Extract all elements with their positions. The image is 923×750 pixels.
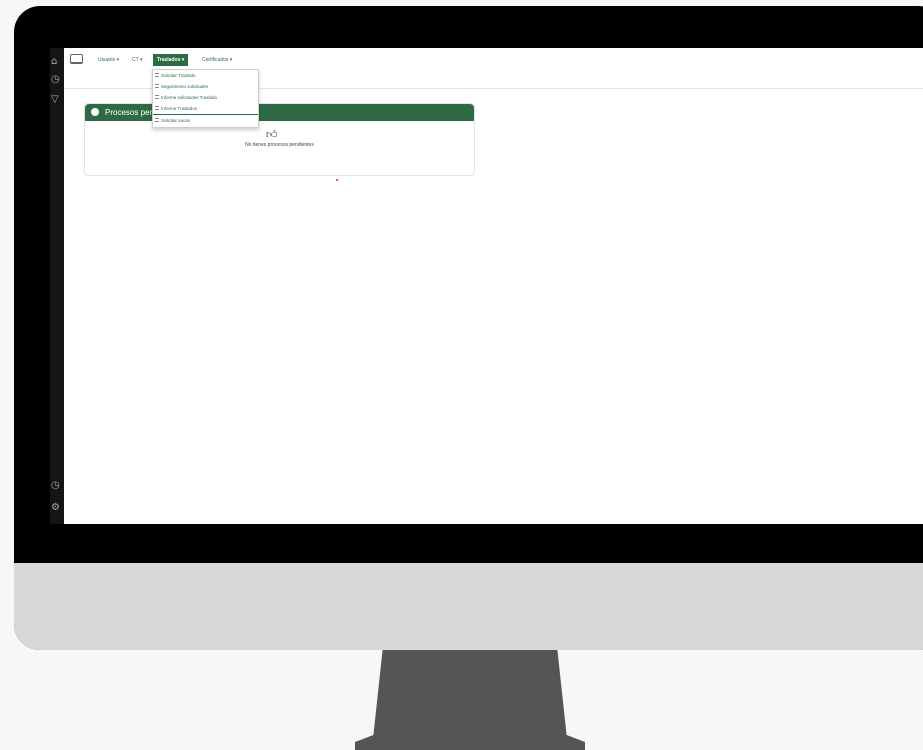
- nav-traslados[interactable]: Traslados ▾: [153, 54, 189, 66]
- red-dot: [336, 179, 338, 181]
- menu-item-label: Solicitar Traslado: [161, 73, 196, 78]
- monitor-icon[interactable]: [70, 54, 83, 64]
- nav-ct[interactable]: CT ▾: [128, 54, 146, 66]
- monitor-stand: [355, 650, 585, 750]
- power-icon[interactable]: ◷: [51, 480, 60, 491]
- settings-icon[interactable]: ⚙: [51, 502, 60, 513]
- thumbs-up-icon: 👍︎: [266, 128, 278, 141]
- menu-item-solicitar-traslado[interactable]: Solicitar Traslado: [153, 70, 258, 81]
- list-icon: [155, 84, 159, 88]
- left-sidebar: ⌂ ◷ ▽ ◷ ⚙: [50, 48, 64, 524]
- menu-item-label: Informe Traslados: [161, 106, 198, 111]
- menu-item-label: Informe solicitudes Traslado: [161, 95, 218, 100]
- empty-message: No tienes procesos pendientes: [245, 142, 314, 148]
- pending-processes-panel: Procesos pen 👍︎ No tienes procesos pendi…: [84, 103, 475, 176]
- menu-item-informe-traslados[interactable]: Informe Traslados: [153, 103, 258, 114]
- home-icon[interactable]: ⌂: [51, 56, 57, 67]
- menu-item-solicitar-sacas[interactable]: Solicitar sacas: [153, 114, 258, 127]
- info-icon: [91, 108, 99, 116]
- list-icon: [155, 95, 159, 99]
- list-icon: [155, 73, 159, 77]
- monitor-chin: [14, 563, 923, 650]
- list-icon: [155, 106, 159, 110]
- nav-usuario[interactable]: Usuario ▾: [94, 54, 123, 66]
- menu-item-label: Solicitar sacas: [161, 118, 191, 123]
- nav-certificados[interactable]: Certificados ▾: [198, 54, 236, 66]
- screen: ⌂ ◷ ▽ ◷ ⚙ Usuario ▾ CT ▾ Traslados ▾ Cer…: [50, 48, 923, 524]
- menu-item-seguimiento[interactable]: Seguimiento solicitudes: [153, 81, 258, 92]
- panel-title: Procesos pen: [105, 108, 154, 117]
- menu-item-label: Seguimiento solicitudes: [161, 84, 209, 89]
- panel-header: Procesos pen: [85, 104, 474, 121]
- clock-icon[interactable]: ◷: [51, 74, 60, 85]
- filter-icon[interactable]: ▽: [51, 94, 59, 105]
- traslados-dropdown: Solicitar Traslado Seguimiento solicitud…: [152, 69, 259, 128]
- menu-item-informe-solicitudes[interactable]: Informe solicitudes Traslado: [153, 92, 258, 103]
- list-icon: [155, 118, 159, 122]
